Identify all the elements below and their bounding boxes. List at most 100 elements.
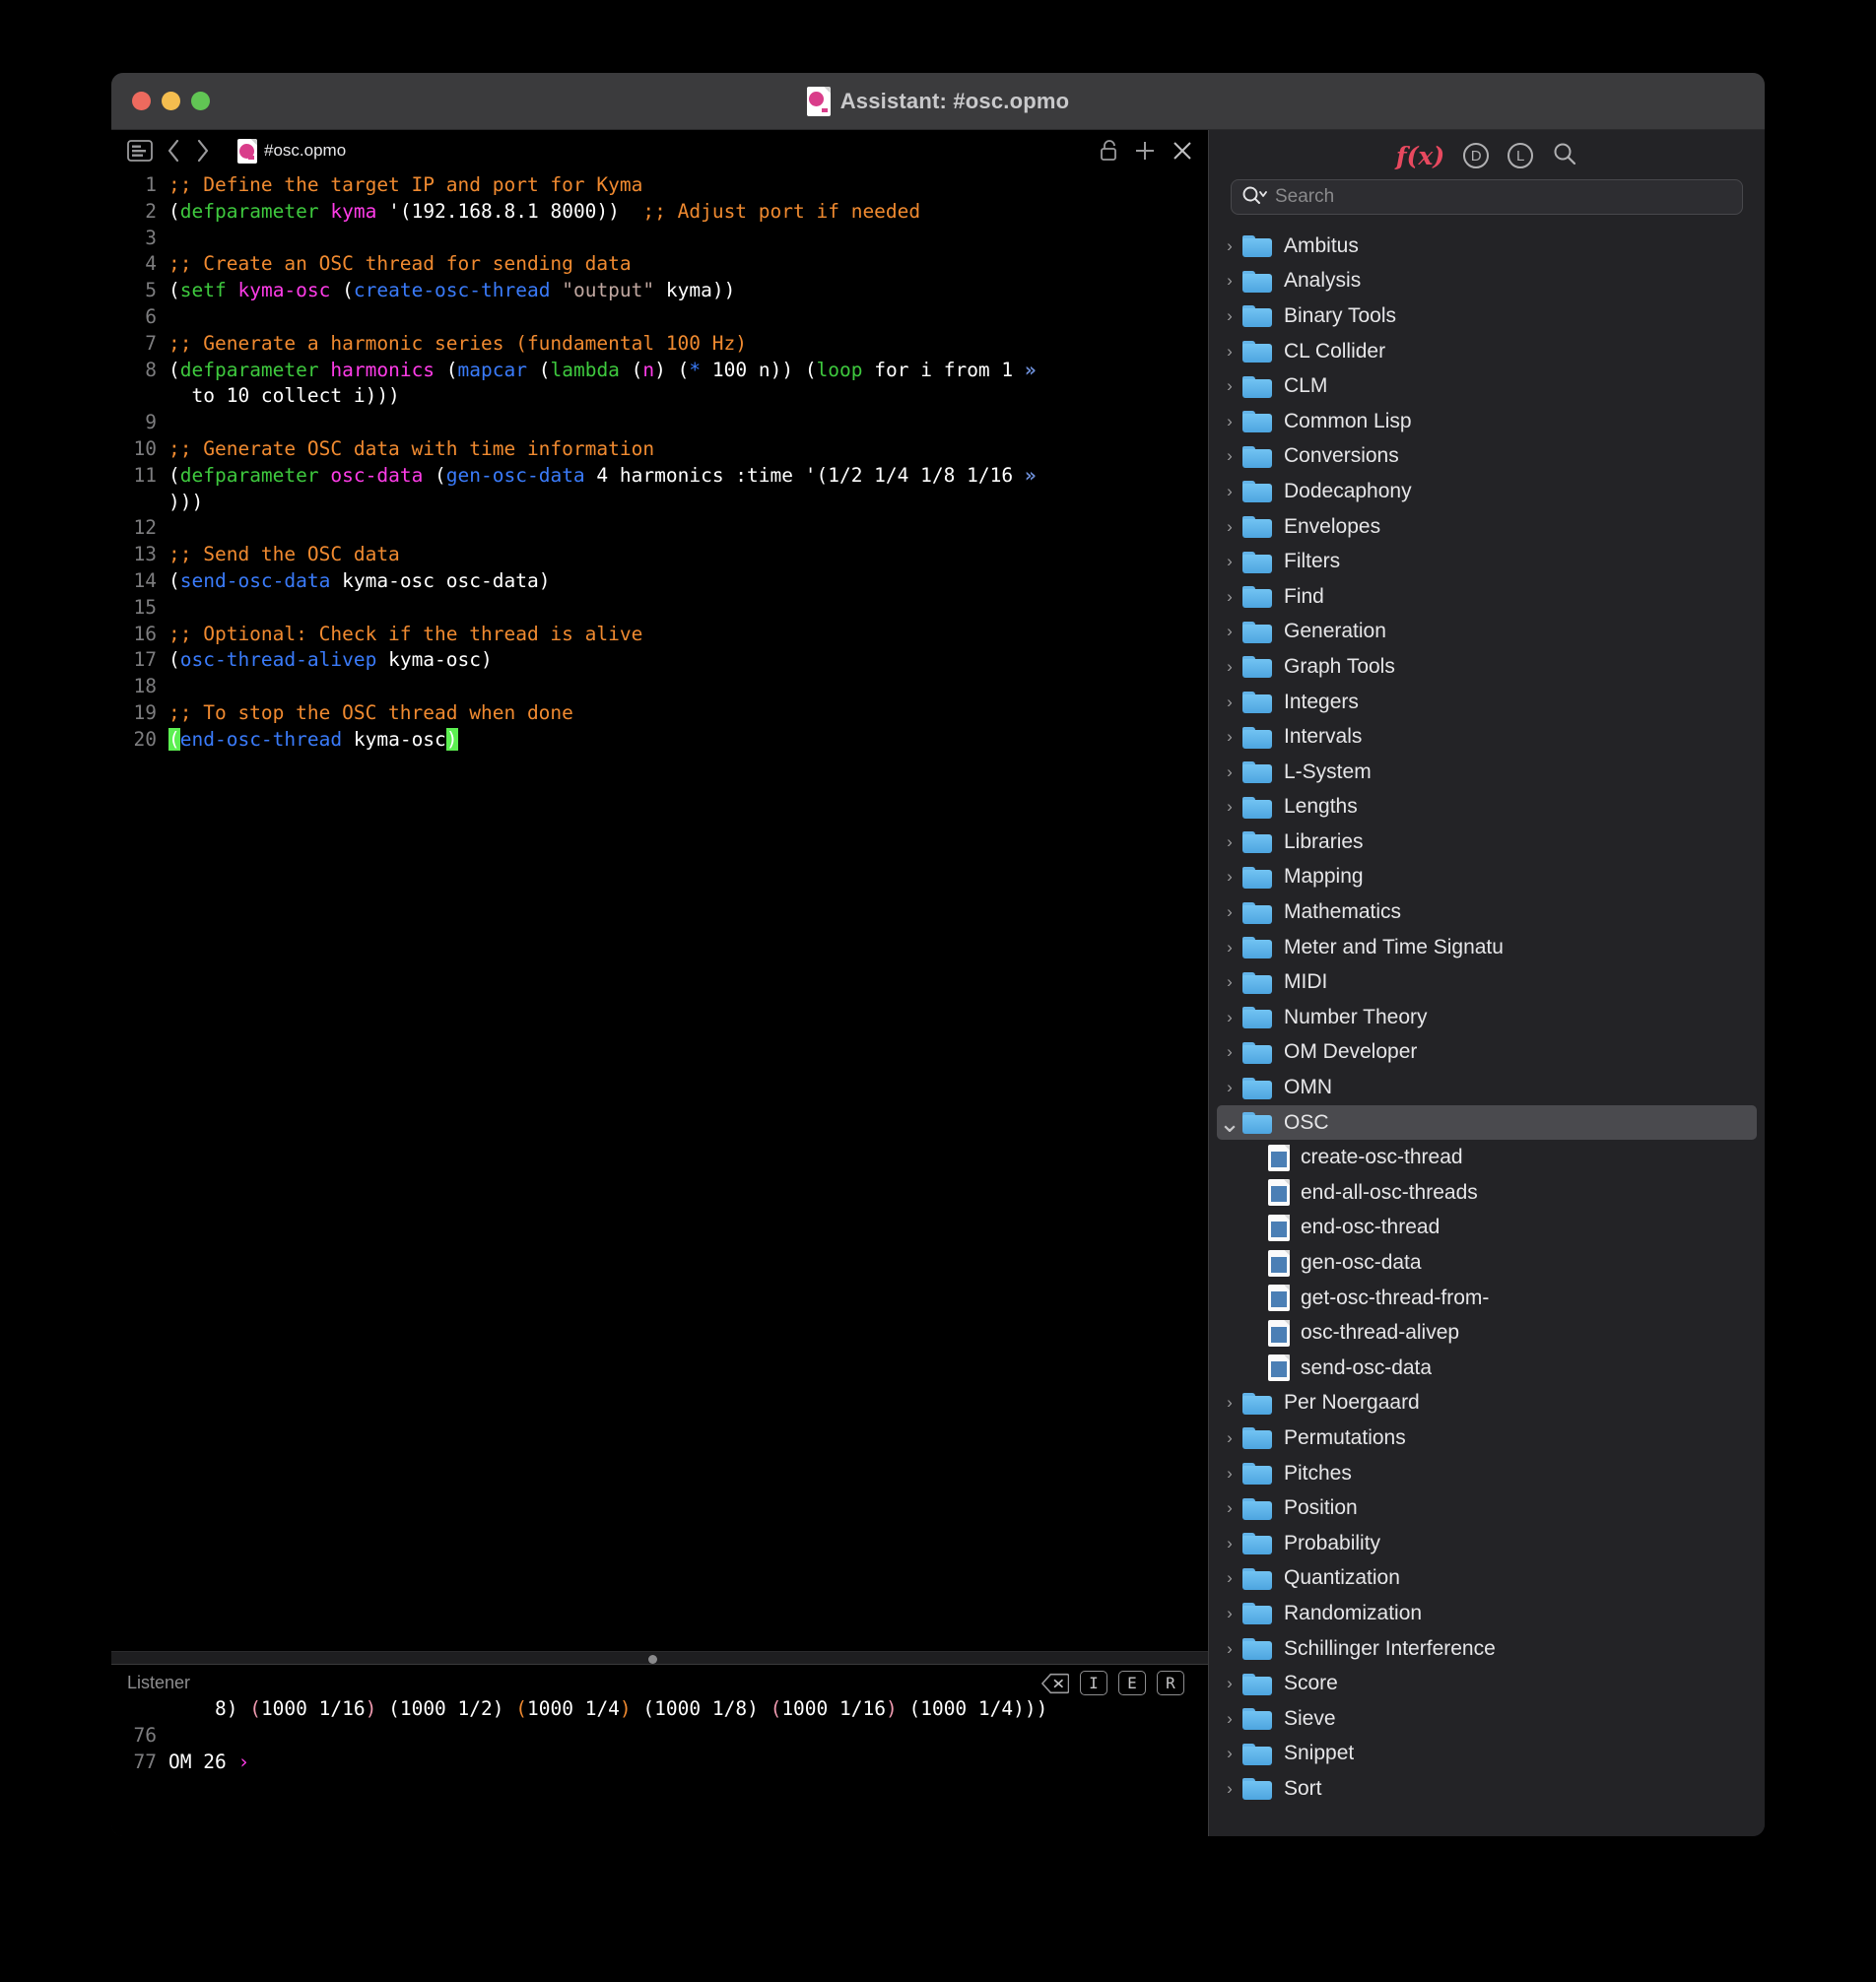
- code-line[interactable]: 10 ;; Generate OSC data with time informa…: [111, 436, 1208, 463]
- library-folder-item[interactable]: › Meter and Time Signatu: [1209, 930, 1765, 965]
- chevron-right-icon[interactable]: ›: [1217, 306, 1242, 326]
- zoom-window-button[interactable]: [191, 92, 210, 110]
- chevron-right-icon[interactable]: ›: [1217, 938, 1242, 958]
- editor-horizontal-scrollbar[interactable]: [111, 1651, 1208, 1664]
- code-line[interactable]: 1 ;; Define the target IP and port for Ky…: [111, 172, 1208, 199]
- code-line[interactable]: 5 (setf kyma-osc (create-osc-thread "outp…: [111, 278, 1208, 304]
- line-content[interactable]: (defparameter osc-data (gen-osc-data 4 h…: [168, 463, 1208, 490]
- chevron-right-icon[interactable]: ›: [1217, 797, 1242, 817]
- library-folder-item[interactable]: › Probability: [1209, 1526, 1765, 1561]
- library-function-item[interactable]: osc-thread-alivep: [1209, 1315, 1765, 1351]
- chevron-right-icon[interactable]: ›: [1217, 1008, 1242, 1027]
- chevron-right-icon[interactable]: ›: [1217, 1042, 1242, 1062]
- line-content[interactable]: ;; Create an OSC thread for sending data: [168, 251, 1208, 278]
- forward-icon[interactable]: [195, 139, 210, 163]
- chevron-right-icon[interactable]: ›: [1217, 446, 1242, 466]
- code-line[interactable]: 16 ;; Optional: Check if the thread is al…: [111, 622, 1208, 648]
- chevron-right-icon[interactable]: ›: [1217, 1078, 1242, 1097]
- chevron-right-icon[interactable]: ›: [1217, 1639, 1242, 1659]
- library-folder-item[interactable]: › L-System: [1209, 755, 1765, 790]
- library-folder-item[interactable]: › Intervals: [1209, 719, 1765, 755]
- code-line[interactable]: 12: [111, 515, 1208, 542]
- library-function-item[interactable]: end-osc-thread: [1209, 1211, 1765, 1246]
- library-folder-item[interactable]: › Score: [1209, 1666, 1765, 1701]
- chevron-right-icon[interactable]: ›: [1217, 482, 1242, 501]
- code-line[interactable]: 76: [111, 1723, 1208, 1750]
- chevron-right-icon[interactable]: ›: [1217, 727, 1242, 747]
- code-line[interactable]: 11 (defparameter osc-data (gen-osc-data 4…: [111, 463, 1208, 490]
- close-icon[interactable]: [1171, 139, 1194, 163]
- line-content[interactable]: [168, 674, 1208, 700]
- code-line[interactable]: 13 ;; Send the OSC data: [111, 542, 1208, 568]
- back-icon[interactable]: [167, 139, 181, 163]
- library-folder-item[interactable]: › Per Noergaard: [1209, 1386, 1765, 1421]
- close-window-button[interactable]: [132, 92, 151, 110]
- chevron-right-icon[interactable]: ›: [1217, 867, 1242, 887]
- chevron-right-icon[interactable]: ›: [1217, 1674, 1242, 1693]
- library-folder-item[interactable]: › Integers: [1209, 685, 1765, 720]
- library-folder-item[interactable]: › Sieve: [1209, 1701, 1765, 1737]
- library-folder-item[interactable]: › Binary Tools: [1209, 298, 1765, 334]
- documentation-icon[interactable]: D: [1463, 143, 1490, 168]
- library-folder-item[interactable]: › OM Developer: [1209, 1035, 1765, 1071]
- library-icon[interactable]: L: [1508, 143, 1534, 168]
- chevron-right-icon[interactable]: ›: [1217, 271, 1242, 291]
- library-folder-item[interactable]: › Position: [1209, 1490, 1765, 1526]
- line-content[interactable]: [168, 304, 1208, 331]
- editor-tab[interactable]: #osc.opmo: [237, 138, 346, 164]
- library-folder-item[interactable]: › Number Theory: [1209, 1000, 1765, 1035]
- library-folder-item[interactable]: › Analysis: [1209, 264, 1765, 299]
- chevron-right-icon[interactable]: ›: [1217, 236, 1242, 256]
- library-folder-item[interactable]: › Envelopes: [1209, 509, 1765, 545]
- line-content[interactable]: [168, 226, 1208, 252]
- library-folder-item[interactable]: › Schillinger Interference: [1209, 1631, 1765, 1667]
- library-folder-item[interactable]: › Permutations: [1209, 1420, 1765, 1456]
- chevron-right-icon[interactable]: ›: [1217, 1779, 1242, 1799]
- chevron-right-icon[interactable]: ›: [1217, 342, 1242, 362]
- library-folder-item[interactable]: › Lengths: [1209, 790, 1765, 826]
- code-line[interactable]: 20 (end-osc-thread kyma-osc): [111, 727, 1208, 754]
- listener-inspect-button[interactable]: I: [1080, 1671, 1107, 1695]
- chevron-right-icon[interactable]: ›: [1217, 517, 1242, 537]
- library-folder-item[interactable]: › Filters: [1209, 544, 1765, 579]
- library-function-item[interactable]: end-all-osc-threads: [1209, 1175, 1765, 1211]
- chevron-right-icon[interactable]: ›: [1217, 832, 1242, 852]
- listener-run-button[interactable]: R: [1157, 1671, 1184, 1695]
- library-tree[interactable]: › Ambitus › Analysis › Binary Tools › CL Collid…: [1209, 229, 1765, 1826]
- code-line[interactable]: 14 (send-osc-data kyma-osc osc-data): [111, 568, 1208, 595]
- library-folder-item[interactable]: › Snippet: [1209, 1737, 1765, 1772]
- library-folder-item[interactable]: › Sort: [1209, 1771, 1765, 1807]
- library-function-item[interactable]: gen-osc-data: [1209, 1245, 1765, 1281]
- add-icon[interactable]: [1133, 139, 1157, 163]
- chevron-right-icon[interactable]: ›: [1217, 1428, 1242, 1448]
- line-content[interactable]: (send-osc-data kyma-osc osc-data): [168, 568, 1208, 595]
- chevron-right-icon[interactable]: ›: [1217, 1604, 1242, 1623]
- line-content[interactable]: (defparameter harmonics (mapcar (lambda …: [168, 358, 1208, 384]
- chevron-right-icon[interactable]: ›: [1217, 1709, 1242, 1729]
- library-folder-item[interactable]: › OMN: [1209, 1070, 1765, 1105]
- library-folder-item[interactable]: › Find: [1209, 579, 1765, 615]
- library-folder-item[interactable]: › Graph Tools: [1209, 649, 1765, 685]
- code-line[interactable]: 77 OM 26 ›: [111, 1750, 1208, 1776]
- line-content[interactable]: ;; Generate OSC data with time informati…: [168, 436, 1208, 463]
- library-folder-item[interactable]: › Mapping: [1209, 860, 1765, 895]
- line-content[interactable]: 8) (1000 1/16) (1000 1/2) (1000 1/4) (10…: [168, 1696, 1208, 1723]
- library-folder-item[interactable]: › Dodecaphony: [1209, 474, 1765, 509]
- chevron-right-icon[interactable]: ›: [1217, 552, 1242, 571]
- chevron-right-icon[interactable]: ›: [1217, 657, 1242, 677]
- chevron-right-icon[interactable]: ›: [1217, 1568, 1242, 1588]
- library-search-box[interactable]: [1231, 179, 1743, 215]
- code-line[interactable]: 7 ;; Generate a harmonic series (fundamen…: [111, 331, 1208, 358]
- scrollbar-thumb[interactable]: [648, 1655, 658, 1664]
- sidebar-icon[interactable]: [127, 140, 153, 162]
- chevron-right-icon[interactable]: ›: [1217, 622, 1242, 641]
- chevron-right-icon[interactable]: ›: [1217, 1393, 1242, 1413]
- library-function-item[interactable]: send-osc-data: [1209, 1351, 1765, 1386]
- line-content[interactable]: [168, 410, 1208, 436]
- code-line[interactable]: 8 (defparameter harmonics (mapcar (lambda…: [111, 358, 1208, 384]
- chevron-right-icon[interactable]: ›: [1217, 902, 1242, 922]
- chevron-right-icon[interactable]: ›: [1217, 1534, 1242, 1553]
- library-folder-item[interactable]: › Libraries: [1209, 825, 1765, 860]
- chevron-right-icon[interactable]: ›: [1217, 1464, 1242, 1484]
- code-lines[interactable]: 1 ;; Define the target IP and port for Ky…: [111, 171, 1208, 754]
